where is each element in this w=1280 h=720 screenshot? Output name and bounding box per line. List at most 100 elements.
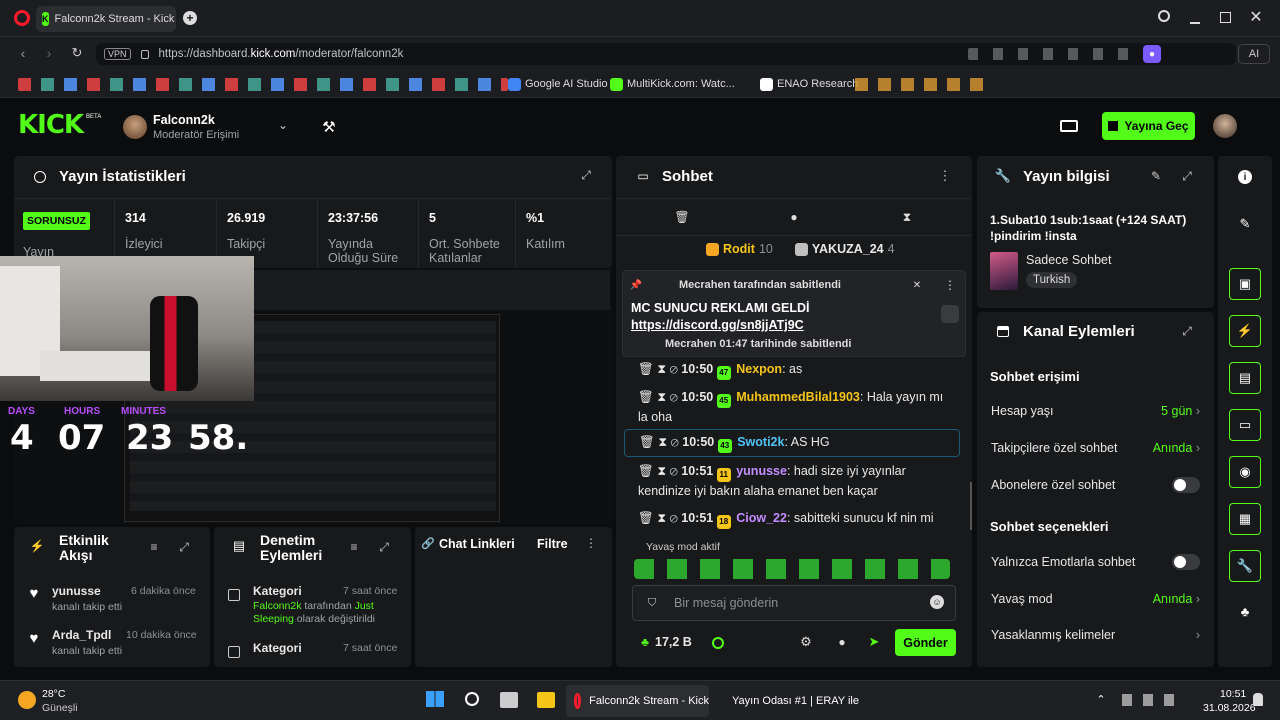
browser-tab[interactable]: K Falconn2k Stream - Kick D [36, 6, 176, 32]
chat-input[interactable]: ⛉ Bir mesaj gönderin ☺ [632, 585, 956, 621]
notification-icon[interactable] [1253, 693, 1263, 706]
info-icon[interactable]: i [1238, 170, 1252, 184]
minimize-icon[interactable] [1190, 22, 1200, 24]
delete-icon[interactable]: 🗑 [638, 390, 654, 404]
ban-icon[interactable]: ⊘ [670, 511, 678, 525]
ban-icon[interactable]: ⊘ [670, 390, 678, 404]
subs-only-toggle[interactable] [1172, 477, 1200, 493]
filter-button[interactable]: Filtre [537, 537, 568, 551]
reward-icon[interactable] [712, 637, 724, 649]
channel-avatar[interactable] [123, 115, 147, 139]
theater-mode-icon[interactable] [1060, 120, 1078, 132]
sidebar-video-button[interactable]: ▣ [1229, 268, 1261, 300]
close-icon[interactable]: ✕ [1247, 8, 1265, 26]
top1-name[interactable]: Rodit [723, 242, 755, 256]
edit-icon[interactable]: ✎ [1237, 216, 1253, 232]
chat-message[interactable]: 🗑 ⧗ ⊘ 10:50 43 Swoti2k: AS HG [624, 429, 960, 457]
go-live-button[interactable]: Yayına Geç [1102, 112, 1195, 140]
more-icon[interactable]: ⋮ [585, 536, 597, 550]
sidebar-chat-button[interactable]: ▭ [1229, 409, 1261, 441]
settings-icon[interactable]: ⚙ [799, 634, 813, 649]
weather-temp[interactable]: 28°C [42, 688, 65, 700]
hammer-icon[interactable]: ⚒ [320, 118, 338, 136]
activity-user[interactable]: Arda_Tpdl [52, 628, 111, 642]
timeout-icon[interactable]: ⧗ [657, 390, 666, 404]
chat-bubble-icon[interactable]: ● [787, 210, 801, 224]
user-avatar[interactable] [1213, 114, 1237, 138]
sidebar-channel-button[interactable]: ▦ [1229, 503, 1261, 535]
chat-message[interactable]: 🗑 ⧗ ⊘ 10:50 45 MuhammedBilal1903: Hala y… [626, 388, 956, 426]
sidebar-stats-button[interactable]: ◉ [1229, 456, 1261, 488]
unpin-icon[interactable]: ✕ [911, 279, 923, 291]
bookmark-enao[interactable]: ENAO Research [760, 76, 858, 92]
timeout-icon[interactable]: ⧗ [657, 464, 666, 478]
chat-message[interactable]: 🗑 ⧗ ⊘ 10:51 18 Ciow_22: sabitteki sunucu… [626, 509, 956, 529]
edit-icon[interactable]: ✎ [1149, 169, 1163, 183]
opera-logo-icon[interactable] [14, 10, 30, 26]
profile-icon[interactable]: ● [1143, 45, 1161, 63]
bookmark-favicons-right[interactable] [855, 78, 985, 91]
trash-icon[interactable]: 🗑 [674, 210, 689, 224]
kick-logo[interactable]: KICK [18, 110, 84, 140]
points-value[interactable]: 17,2 B [655, 635, 692, 649]
chat-message[interactable]: 🗑 ⧗ ⊘ 10:50 47 Nexpon: as [626, 360, 956, 380]
activity-user[interactable]: yunusse [52, 584, 101, 598]
more-icon[interactable]: ⋮ [944, 278, 956, 292]
task-view-icon[interactable] [500, 692, 518, 708]
chat-message[interactable]: 🗑 ⧗ ⊘ 10:51 11 yunusse: hadi size iyi ya… [626, 462, 956, 500]
tray-chevron-icon[interactable]: ⌃ [1095, 693, 1107, 706]
sidebar-wrench-button[interactable]: 🔧 [1229, 550, 1261, 582]
filter-icon[interactable]: ≡ [147, 540, 161, 554]
bookmark-multikick[interactable]: MultiKick.com: Watc... [610, 76, 735, 92]
filter-icon[interactable]: ≡ [347, 540, 361, 554]
delete-icon[interactable]: 🗑 [638, 362, 654, 376]
timeout-icon[interactable]: ⧗ [658, 435, 667, 449]
reload-icon[interactable]: ↻ [70, 45, 84, 61]
expand-icon[interactable]: ⤢ [177, 540, 191, 554]
file-explorer-icon[interactable] [537, 692, 555, 708]
ban-icon[interactable]: ⊘ [670, 362, 678, 376]
search-icon[interactable] [465, 692, 479, 706]
sidebar-points-icon[interactable]: ♣ [1237, 603, 1253, 619]
emoji-icon[interactable]: ☺ [930, 595, 944, 609]
emotes-only-toggle[interactable] [1172, 554, 1200, 570]
expand-icon[interactable]: ⤢ [1180, 169, 1194, 183]
category-thumbnail[interactable] [990, 252, 1018, 290]
clock-time[interactable]: 10:51 [1220, 688, 1246, 700]
delete-icon[interactable]: 🗑 [638, 511, 654, 525]
expand-icon[interactable]: ⤢ [377, 540, 391, 554]
vpn-badge[interactable]: VPN [104, 48, 131, 60]
back-icon[interactable]: ‹ [16, 45, 30, 61]
bookmark-favicons[interactable] [18, 78, 508, 91]
windows-start-icon[interactable] [426, 691, 444, 709]
hourglass-icon[interactable]: ⧗ [900, 210, 914, 224]
timeout-icon[interactable]: ⧗ [657, 362, 666, 376]
channel-name[interactable]: Falconn2k [153, 113, 215, 127]
sidebar-lightning-button[interactable]: ⚡ [1229, 315, 1261, 347]
sidebar-list-button[interactable]: ▤ [1229, 362, 1261, 394]
chat-scrollbar[interactable] [970, 482, 972, 530]
timeout-icon[interactable]: ⧗ [657, 511, 666, 525]
clock-date[interactable]: 31.08.2026 [1203, 702, 1256, 714]
forward-icon[interactable]: › [42, 45, 56, 61]
ban-icon[interactable]: ⊘ [671, 435, 679, 449]
pinned-link[interactable]: https://discord.gg/sn8jjATj9C [631, 318, 804, 332]
taskbar-app-discord[interactable]: Yayın Odası #1 | ERAY ile [716, 685, 859, 717]
more-icon[interactable]: ⋮ [939, 168, 952, 184]
taskbar-app-opera[interactable]: Falconn2k Stream - Kick [566, 685, 709, 717]
send-button[interactable]: Gönder [895, 629, 956, 656]
emote-bar[interactable] [634, 559, 950, 579]
send-arrow-icon[interactable]: ➤ [867, 634, 881, 649]
chat-bubble-icon[interactable]: ● [835, 635, 849, 649]
delete-icon[interactable]: 🗑 [638, 464, 654, 478]
delete-icon[interactable]: 🗑 [639, 435, 655, 449]
account-age-row[interactable]: Hesap yaşı 5 gün › [991, 404, 1200, 418]
banned-words-row[interactable]: Yasaklanmış kelimeler › [991, 628, 1200, 642]
expand-icon[interactable]: ⤢ [579, 168, 593, 182]
expand-icon[interactable]: ⤢ [1180, 324, 1194, 338]
expand-pin-icon[interactable] [941, 305, 959, 323]
bookmark-google-ai-studio[interactable]: Google AI Studio [508, 76, 608, 92]
top2-name[interactable]: YAKUZA_24 [812, 242, 884, 256]
chevron-down-icon[interactable]: ⌄ [276, 118, 290, 132]
weather-icon[interactable] [18, 691, 36, 709]
